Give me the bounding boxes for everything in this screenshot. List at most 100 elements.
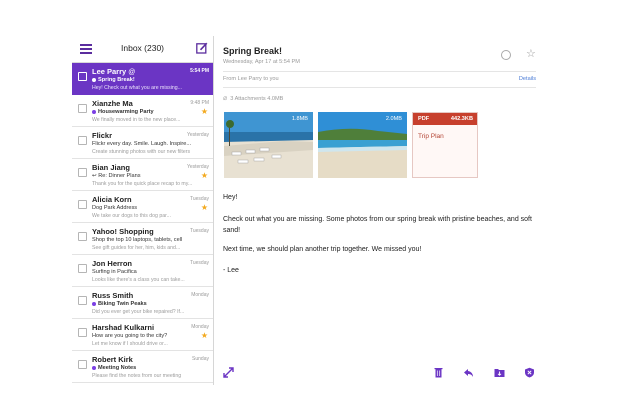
message-list-item[interactable]: Flickr Yesterday Flickr every day. Smile. … [72, 127, 213, 159]
message-preview: See gift guides for her, him, kids and..… [92, 245, 181, 251]
message-preview: We finally moved in to the new place... [92, 117, 181, 123]
paperclip-icon: @ [128, 69, 136, 76]
message-sender: Robert Kirk [92, 355, 133, 364]
message-subject-text: Housewarming Party [98, 109, 154, 115]
message-subject: Housewarming Party [92, 109, 154, 115]
message-preview: Let me know if I should drive or... [92, 341, 168, 347]
email-body-paragraph: Check out what you are missing. Some pho… [223, 216, 532, 234]
details-link[interactable]: Details [519, 76, 536, 82]
message-sender: Alicia Korn [92, 195, 132, 204]
message-list-item[interactable]: Harshad Kulkarni Monday How are you going … [72, 319, 213, 351]
mark-read-circle-icon[interactable] [501, 50, 511, 60]
message-sender-name: Jon Herron [92, 259, 133, 268]
star-icon[interactable]: ★ [201, 332, 208, 340]
message-subject: Flickr every day. Smile. Laugh. Inspire.… [92, 141, 191, 147]
star-icon[interactable]: ★ [201, 172, 208, 180]
email-body-paragraph: - Lee [223, 267, 239, 274]
paperclip-icon: ⌀ [223, 95, 228, 102]
attachments-summary-text: 3 Attachments 4.0MB [230, 96, 284, 102]
message-sender-name: Bian Jiang [92, 163, 130, 172]
message-preview: Create stunning photos with our new filt… [92, 149, 191, 155]
star-outline-icon[interactable]: ☆ [526, 47, 536, 60]
message-sender: Bian Jiang [92, 163, 130, 172]
message-time: Tuesday [190, 228, 209, 234]
message-list-item[interactable]: Jon Herron Tuesday Surfing in Pacifica Look… [72, 255, 213, 287]
message-sender: Jon Herron [92, 259, 132, 268]
message-preview: We take our dogs to this dog par... [92, 213, 171, 219]
inbox-title: Inbox (230) [121, 43, 164, 53]
message-subject: Spring Break! [92, 77, 135, 83]
message-subject: How are you going to the city? [92, 333, 167, 339]
select-checkbox[interactable] [78, 232, 87, 241]
select-checkbox[interactable] [78, 264, 87, 273]
message-subject: Meeting Notes [92, 365, 136, 371]
message-preview: Hey! Check out what you are missing... [92, 85, 182, 91]
inbox-header: Inbox (230) [72, 36, 213, 63]
message-subject-text: Meeting Notes [98, 365, 137, 371]
message-sender: Yahoo! Shopping [92, 227, 154, 236]
spam-shield-icon[interactable] [524, 367, 535, 378]
email-body-paragraph: Next time, we should plan another trip t… [223, 246, 422, 253]
message-subject: Surfing in Pacifica [92, 269, 137, 275]
message-list-item[interactable]: Lee Parry @5:54 PM Spring Break! Hey! Check… [72, 63, 213, 95]
email-body-paragraph: Hey! [223, 194, 238, 201]
message-time: Tuesday [190, 196, 209, 202]
message-sender-name: Russ Smith [92, 291, 134, 300]
message-list-item[interactable]: Alicia Korn Tuesday Dog Park Address We tak… [72, 191, 213, 223]
message-list-panel: Inbox (230) Lee Parry @5:54 PM Spring Brea… [72, 36, 214, 385]
attachment-size: 1.8MB [291, 116, 308, 122]
message-sender-name: Alicia Korn [92, 195, 132, 204]
message-list-item[interactable]: Xianzhe Ma 9:48 PM Housewarming Party We fi… [72, 95, 213, 127]
trash-icon[interactable] [433, 367, 444, 378]
message-list-item[interactable]: Stephane KaroubiSunday [72, 383, 213, 385]
message-sender-name: Flickr [92, 131, 113, 140]
move-to-folder-icon[interactable] [494, 367, 505, 378]
unread-dot-icon [92, 77, 96, 82]
select-checkbox[interactable] [78, 72, 87, 81]
pdf-filename: Trip Plan [418, 133, 444, 140]
attachment-size: 2.0MB [385, 116, 402, 122]
message-sender-name: Lee Parry [92, 67, 127, 76]
message-subject: ↩ Re: Dinner Plans [92, 173, 141, 179]
message-sender-name: Yahoo! Shopping [92, 227, 154, 236]
email-date: Wednesday, Apr 17 at 5:54 PM [223, 59, 300, 65]
message-time: 9:48 PM [190, 100, 209, 106]
attachment-image[interactable]: 2.0MB [318, 112, 407, 178]
star-icon[interactable]: ★ [201, 108, 208, 116]
select-checkbox[interactable] [78, 168, 87, 177]
select-checkbox[interactable] [78, 360, 87, 369]
message-sender: Xianzhe Ma [92, 99, 133, 108]
message-list: Lee Parry @5:54 PM Spring Break! Hey! Check… [72, 63, 213, 385]
attachments-summary: ⌀ 3 Attachments 4.0MB [223, 94, 283, 102]
message-list-item[interactable]: Russ Smith Monday Biking Twin Peaks Did you… [72, 287, 213, 319]
select-checkbox[interactable] [78, 296, 87, 305]
email-from: From Lee Parry to you [223, 76, 279, 82]
message-time: Sunday [192, 356, 209, 362]
pdf-header: PDF 442.3KB [413, 113, 477, 125]
message-subject: Biking Twin Peaks [92, 301, 147, 307]
attachment-pdf[interactable]: PDF 442.3KB Trip Plan [412, 112, 478, 178]
message-subject-text: How are you going to the city? [92, 333, 168, 339]
star-icon[interactable]: ★ [201, 204, 208, 212]
message-sender: Harshad Kulkarni [92, 323, 154, 332]
compose-icon[interactable] [196, 42, 208, 54]
select-checkbox[interactable] [78, 136, 87, 145]
message-sender-name: Harshad Kulkarni [92, 323, 155, 332]
expand-icon[interactable] [223, 367, 234, 378]
select-checkbox[interactable] [78, 200, 87, 209]
email-subject: Spring Break! [223, 46, 283, 56]
reply-icon[interactable] [463, 367, 474, 378]
message-subject-text: Biking Twin Peaks [98, 301, 147, 307]
select-checkbox[interactable] [78, 104, 87, 113]
message-subject: Shop the top 10 laptops, tablets, cell [92, 237, 182, 243]
message-list-item[interactable]: Yahoo! Shopping Tuesday Shop the top 10 la… [72, 223, 213, 255]
message-time: Yesterday [186, 132, 209, 138]
select-checkbox[interactable] [78, 328, 87, 337]
reading-pane: Spring Break! Wednesday, Apr 17 at 5:54 … [214, 36, 544, 385]
message-list-item[interactable]: Bian Jiang Yesterday ↩ Re: Dinner Plans Tha… [72, 159, 213, 191]
unread-dot-icon [92, 109, 96, 114]
unread-dot-icon [92, 301, 96, 306]
message-list-item[interactable]: Robert Kirk Sunday Meeting Notes Please fin… [72, 351, 213, 383]
message-sender-name: Robert Kirk [92, 355, 133, 364]
attachment-image[interactable]: 1.8MB [224, 112, 313, 178]
